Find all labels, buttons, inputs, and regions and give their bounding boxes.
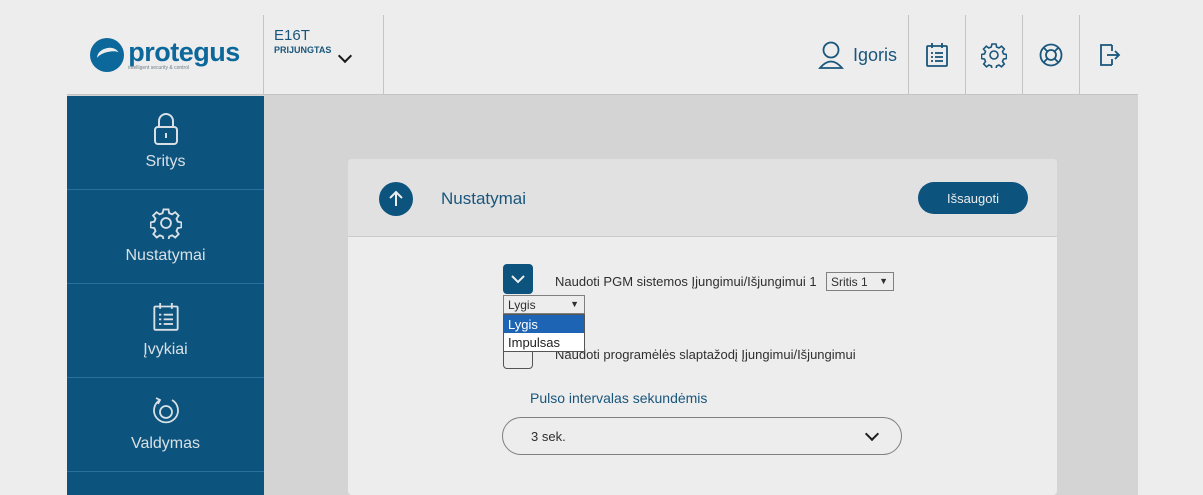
- checkmark-icon: [511, 275, 525, 284]
- help-button[interactable]: [1023, 15, 1080, 95]
- sidebar-item-ivykiai[interactable]: Įvykiai: [67, 284, 264, 378]
- mode-dropdown-list: Lygis Impulsas: [503, 314, 585, 352]
- select-arrow-icon: ▼: [879, 276, 888, 286]
- sidebar-item-sritys[interactable]: Sritys: [67, 96, 264, 190]
- device-status: PRIJUNGTAS: [274, 45, 332, 55]
- save-button[interactable]: Išsaugoti: [918, 182, 1028, 214]
- dropdown-option-lygis[interactable]: Lygis: [504, 315, 584, 333]
- area-select[interactable]: Sritis 1 ▼: [826, 272, 894, 291]
- pulse-interval-label: Pulso intervalas sekundėmis: [530, 390, 708, 406]
- logo-word: protegus: [128, 37, 240, 67]
- user-name: Igoris: [853, 44, 898, 65]
- device-selector[interactable]: E16T PRIJUNGTAS: [264, 15, 384, 95]
- top-header: protegus intelligent security & control …: [67, 15, 1138, 95]
- gear-icon: [981, 43, 1007, 68]
- sidebar: Sritys Nustatymai Įvykiai Valdymas: [67, 96, 264, 495]
- sidebar-item-label: Įvykiai: [143, 341, 188, 358]
- rotate-control-icon: [152, 397, 179, 424]
- sidebar-item-label: Sritys: [145, 153, 186, 170]
- logout-icon: [1099, 44, 1120, 66]
- settings-card: Nustatymai Išsaugoti Naudoti PGM sistemo…: [348, 159, 1057, 495]
- pulse-interval-select[interactable]: 3 sek.: [502, 417, 902, 455]
- mode-select[interactable]: Lygis ▼: [503, 295, 585, 314]
- card-title: Nustatymai: [441, 189, 527, 208]
- user-icon: [818, 41, 844, 69]
- user-menu[interactable]: Igoris: [810, 15, 909, 95]
- help-lifebuoy-icon: [1039, 43, 1063, 67]
- chevron-down-icon: [864, 426, 880, 442]
- dropdown-option-impulsas[interactable]: Impulsas: [504, 333, 584, 351]
- sidebar-item-label: Valdymas: [130, 435, 201, 452]
- sidebar-item-valdymas[interactable]: Valdymas: [67, 378, 264, 472]
- sidebar-item-label: Nustatymai: [125, 247, 206, 264]
- card-header: Nustatymai Išsaugoti: [348, 159, 1057, 237]
- calendar-list-icon: [152, 303, 179, 331]
- device-name: E16T: [274, 27, 310, 44]
- mode-select-value: Lygis: [508, 297, 536, 312]
- logo-tagline: intelligent security & control: [128, 65, 190, 71]
- gear-icon: [149, 208, 182, 239]
- pulse-interval-value: 3 sek.: [531, 429, 566, 444]
- area-select-value: Sritis 1: [831, 274, 868, 289]
- pgm-label: Naudoti PGM sistemos Įjungimui/Išjungimu…: [555, 274, 817, 289]
- collapse-button[interactable]: [379, 182, 413, 216]
- settings-button[interactable]: [966, 15, 1023, 95]
- arrow-up-icon: [389, 190, 403, 206]
- events-button[interactable]: [909, 15, 966, 95]
- lock-icon: [153, 113, 178, 145]
- select-arrow-icon: ▼: [570, 299, 579, 309]
- logout-button[interactable]: [1080, 15, 1137, 95]
- protegus-logo[interactable]: protegus intelligent security & control: [67, 15, 264, 95]
- pgm-checkbox[interactable]: [503, 264, 533, 294]
- app-password-label: Naudoti programėlės slaptažodį Įjungimui…: [555, 347, 856, 362]
- sidebar-item-nustatymai[interactable]: Nustatymai: [67, 190, 264, 284]
- chevron-down-icon[interactable]: [337, 48, 353, 64]
- protegus-logo-icon: [90, 38, 125, 72]
- events-calendar-icon: [926, 43, 948, 67]
- app-window: protegus intelligent security & control …: [67, 15, 1138, 495]
